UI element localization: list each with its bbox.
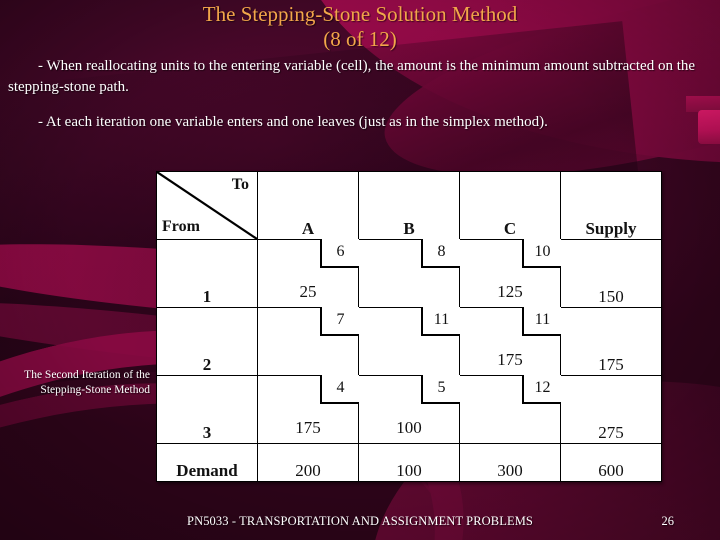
cost-badge: 12 [522,375,561,404]
row-label-3: 3 [156,375,258,444]
side-caption: The Second Iteration of the Stepping-Sto… [24,369,150,396]
corner-label-to: To [231,176,249,193]
demand-value-a: 200 [257,443,359,482]
table-row: 1 6 25 8 10 125 150 [156,239,662,308]
allocation-value: 175 [497,350,523,369]
table-header-row: To From A B C Supply [156,171,662,240]
column-header-c: C [459,171,561,240]
cell-2-b[interactable]: 11 [358,307,460,376]
slide-title-line2: (8 of 12) [323,27,397,51]
cell-2-c[interactable]: 11 175 [459,307,561,376]
column-header-b: B [358,171,460,240]
cell-3-b[interactable]: 5 100 [358,375,460,444]
corner-from-to-cell: To From [156,171,258,240]
allocation-value: 125 [497,282,523,301]
transportation-tableau: To From A B C Supply 1 6 25 8 10 125 150… [156,171,662,482]
demand-total: 600 [560,443,662,482]
cost-badge: 10 [522,239,561,268]
footer-course-title: PN5033 - TRANSPORTATION AND ASSIGNMENT P… [187,514,533,528]
footer-page-number: 26 [661,514,675,528]
cell-1-a[interactable]: 6 25 [257,239,359,308]
table-row: 2 7 11 11 175 175 [156,307,662,376]
supply-value-1: 150 [560,239,662,308]
demand-label: Demand [156,443,258,482]
cost-badge: 4 [320,375,359,404]
allocation-value: 175 [295,418,321,437]
corner-label-from: From [162,218,200,235]
cost-badge: 11 [421,307,460,336]
cost-badge: 6 [320,239,359,268]
row-label-1: 1 [156,239,258,308]
bullet-point-1: - When reallocating units to the enterin… [8,58,696,95]
cell-3-a[interactable]: 4 175 [257,375,359,444]
supply-value-3: 275 [560,375,662,444]
cell-1-c[interactable]: 10 125 [459,239,561,308]
slide-title-line1: The Stepping-Stone Solution Method [202,2,518,26]
bullet-point-2: - At each iteration one variable enters … [38,114,548,130]
slide-title: The Stepping-Stone Solution Method (8 of… [0,2,720,52]
row-label-2: 2 [156,307,258,376]
cell-2-a[interactable]: 7 [257,307,359,376]
cell-3-c[interactable]: 12 [459,375,561,444]
demand-value-c: 300 [459,443,561,482]
allocation-value: 100 [396,418,422,437]
cost-badge: 5 [421,375,460,404]
cost-badge: 7 [320,307,359,336]
transportation-table: To From A B C Supply 1 6 25 8 10 125 150… [156,171,662,482]
cost-badge: 11 [522,307,561,336]
supply-value-2: 175 [560,307,662,376]
allocation-value: 25 [299,282,317,301]
cost-badge: 8 [421,239,460,268]
column-header-a: A [257,171,359,240]
cell-1-b[interactable]: 8 [358,239,460,308]
table-row: 3 4 175 5 100 12 275 [156,375,662,444]
table-demand-row: Demand 200 100 300 600 [156,443,662,482]
column-header-supply: Supply [560,171,662,240]
demand-value-b: 100 [358,443,460,482]
slide-canvas: The Stepping-Stone Solution Method (8 of… [0,0,720,540]
